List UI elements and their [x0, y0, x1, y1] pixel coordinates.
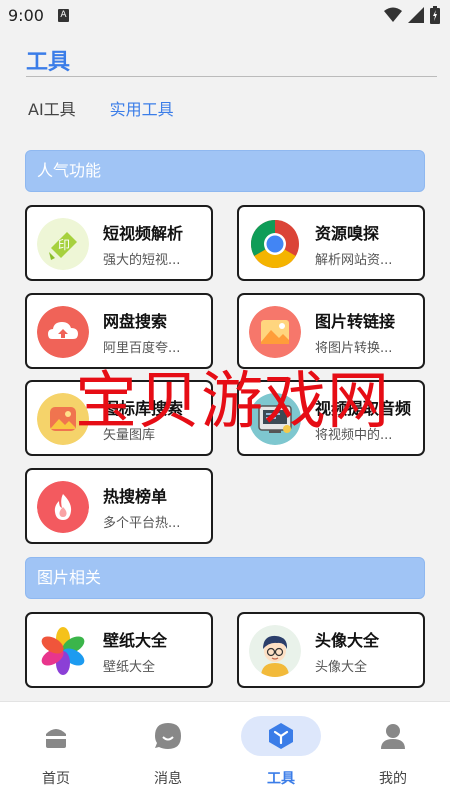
tool-card-audio-extract[interactable]: 视频提取音频 将视频中的... — [237, 380, 425, 456]
status-time: 9:00 — [8, 6, 44, 25]
card-title: 资源嗅探 — [315, 224, 380, 243]
nav-home-label: 首页 — [42, 771, 70, 787]
image-gallery-icon — [37, 393, 89, 445]
pinwheel-icon — [37, 625, 89, 677]
card-subtitle: 将图片转换... — [315, 341, 393, 356]
nav-tools-label: 工具 — [267, 771, 295, 787]
status-a-icon: A — [58, 9, 69, 22]
card-title: 头像大全 — [315, 631, 380, 650]
nav-profile-label: 我的 — [379, 771, 407, 787]
card-title: 图标库搜索 — [103, 399, 184, 418]
title-divider — [26, 76, 437, 77]
page-title: 工具 — [26, 50, 71, 75]
card-subtitle: 强大的短视... — [103, 253, 181, 268]
battery-icon — [430, 6, 440, 24]
card-subtitle: 头像大全 — [315, 660, 368, 675]
card-title: 网盘搜索 — [103, 312, 168, 331]
audio-extract-icon — [249, 393, 301, 445]
nav-home[interactable]: 首页 — [16, 716, 96, 788]
profile-icon — [373, 716, 413, 756]
tool-card-image-to-link[interactable]: 图片转链接 将图片转换... — [237, 293, 425, 369]
card-title: 壁纸大全 — [103, 631, 168, 650]
tool-card-video-parse[interactable]: 印 短视频解析 强大的短视... — [25, 205, 213, 281]
tool-card-resource-sniff[interactable]: 资源嗅探 解析网站资... — [237, 205, 425, 281]
svg-text:印: 印 — [58, 238, 70, 252]
tab-bar: AI工具 实用工具 — [28, 96, 174, 120]
avatar-boy-icon — [249, 625, 301, 677]
cloud-upload-icon — [37, 306, 89, 358]
tool-card-cloud-search[interactable]: 网盘搜索 阿里百度夸... — [25, 293, 213, 369]
status-icons — [384, 6, 440, 24]
section-header-image: 图片相关 — [25, 557, 425, 599]
card-subtitle: 解析网站资... — [315, 253, 393, 268]
chrome-icon — [249, 218, 301, 270]
signal-icon — [408, 7, 424, 23]
tool-card-wallpapers[interactable]: 壁纸大全 壁纸大全 — [25, 612, 213, 688]
nav-messages[interactable]: 消息 — [128, 716, 208, 788]
card-subtitle: 将视频中的... — [315, 428, 393, 443]
nav-messages-label: 消息 — [154, 771, 182, 787]
card-subtitle: 壁纸大全 — [103, 660, 156, 675]
tab-practical-tools[interactable]: 实用工具 — [110, 96, 174, 120]
card-subtitle: 阿里百度夸... — [103, 341, 181, 356]
nav-profile[interactable]: 我的 — [353, 716, 433, 788]
tool-card-hot-search[interactable]: 热搜榜单 多个平台热... — [25, 468, 213, 544]
section-header-popular: 人气功能 — [25, 150, 425, 192]
nav-tools[interactable]: 工具 — [241, 716, 321, 788]
image-link-icon — [249, 306, 301, 358]
tool-card-avatars[interactable]: 头像大全 头像大全 — [237, 612, 425, 688]
tab-ai-tools[interactable]: AI工具 — [28, 96, 76, 120]
status-bar: 9:00 A — [0, 0, 450, 32]
video-parse-icon: 印 — [37, 218, 89, 270]
home-icon — [36, 716, 76, 756]
bottom-nav: 首页 消息 工具 我的 — [0, 701, 450, 800]
tools-icon — [261, 716, 301, 756]
card-subtitle: 矢量图库 — [103, 428, 156, 443]
message-icon — [148, 716, 188, 756]
tool-card-icon-library[interactable]: 图标库搜索 矢量图库 — [25, 380, 213, 456]
flame-icon — [37, 481, 89, 533]
card-title: 视频提取音频 — [315, 399, 412, 418]
card-title: 热搜榜单 — [103, 487, 168, 506]
card-title: 短视频解析 — [103, 224, 184, 243]
wifi-icon — [384, 7, 402, 22]
card-subtitle: 多个平台热... — [103, 516, 181, 531]
card-title: 图片转链接 — [315, 312, 396, 331]
